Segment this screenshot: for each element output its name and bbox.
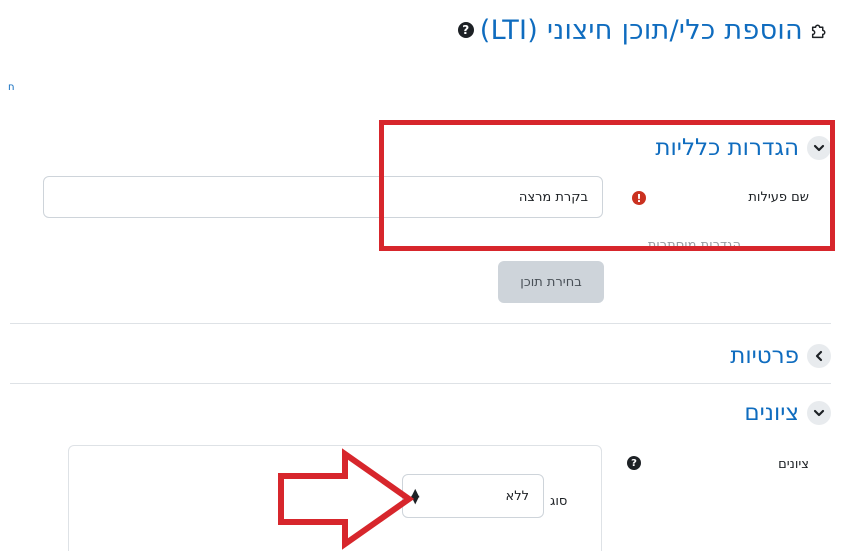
- question-circle-icon[interactable]: ?: [627, 456, 641, 470]
- page-title-text: הוספת כלי/תוכן חיצוני (LTI): [479, 14, 803, 46]
- chevron-left-icon[interactable]: [807, 344, 831, 368]
- chevron-down-icon[interactable]: [807, 401, 831, 425]
- divider: [10, 383, 831, 384]
- section-grades-title: ציונים: [744, 400, 799, 426]
- highlight-box: [379, 120, 835, 251]
- grade-type-value: ללא: [505, 488, 529, 504]
- question-circle-icon[interactable]: ?: [457, 22, 474, 38]
- section-privacy-title: פרטיות: [730, 343, 799, 369]
- arrow-annotation-icon: [278, 448, 415, 550]
- select-content-button[interactable]: בחירת תוכן: [498, 261, 604, 303]
- puzzle-icon: [811, 24, 826, 39]
- grade-label: ציונים: [778, 457, 809, 472]
- page-title: הוספת כלי/תוכן חיצוני (LTI) ?: [457, 8, 831, 52]
- divider: [10, 323, 831, 324]
- grade-type-select[interactable]: ללא ▲ ▼: [402, 474, 544, 518]
- top-link[interactable]: ח: [8, 82, 15, 93]
- section-grades-header[interactable]: ציונים: [744, 400, 831, 426]
- grade-type-label: סוג: [550, 494, 568, 509]
- section-privacy-header[interactable]: פרטיות: [730, 343, 831, 369]
